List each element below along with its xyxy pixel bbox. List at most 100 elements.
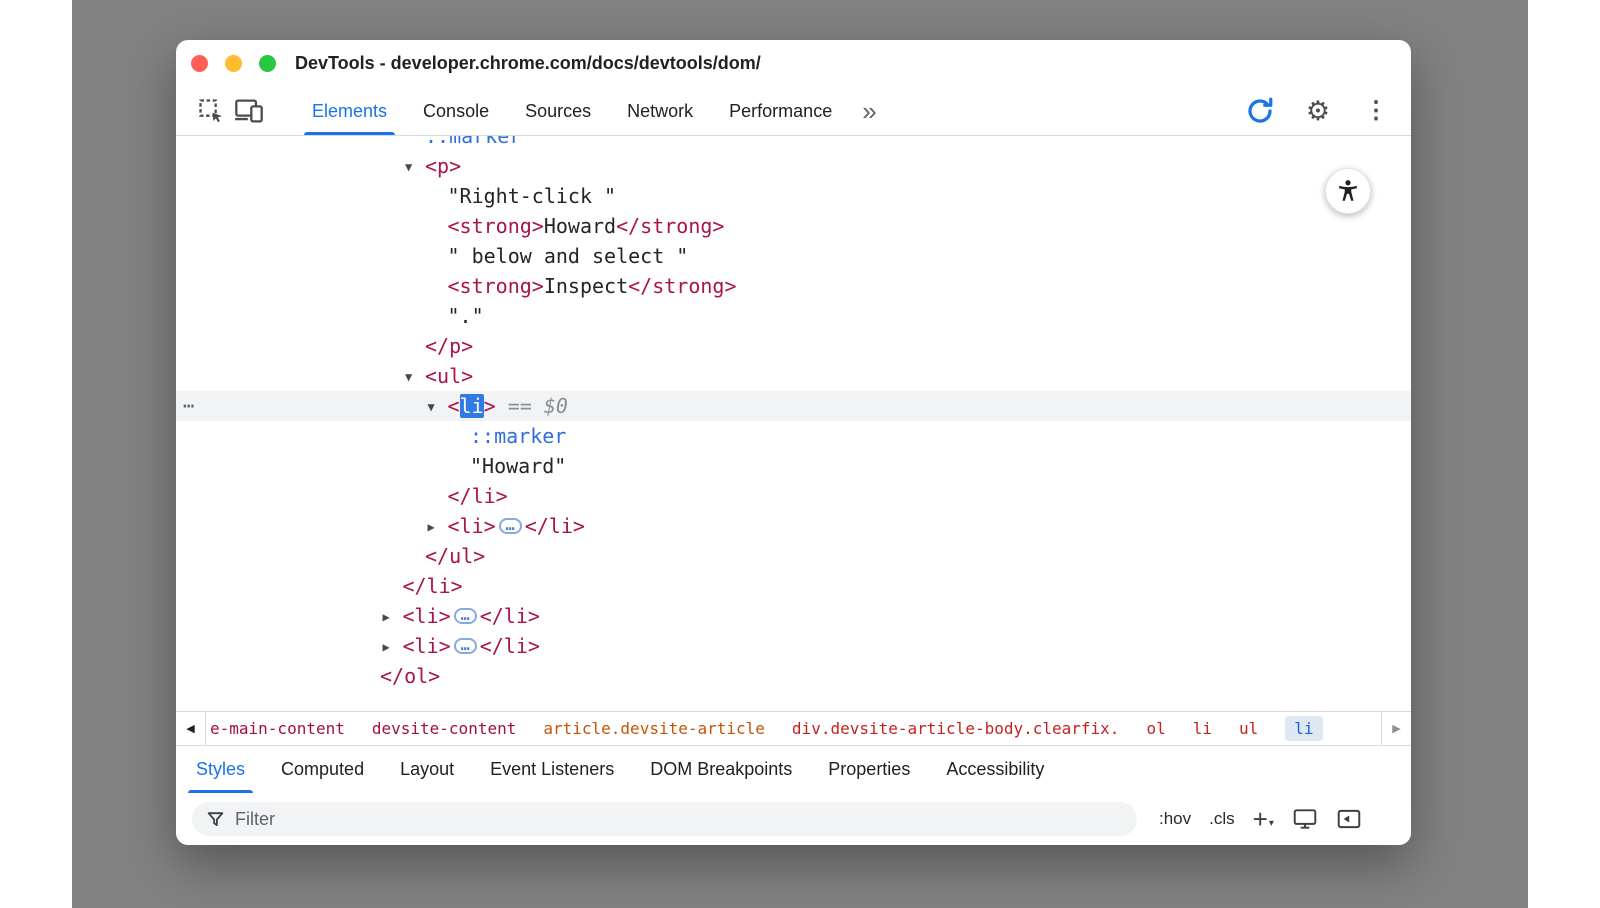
panel-tab-styles[interactable]: Styles — [178, 746, 263, 793]
expand-ellipsis-button[interactable]: … — [454, 638, 477, 654]
breadcrumb-item-selected[interactable]: li — [1285, 716, 1322, 741]
breadcrumb-item[interactable]: ul — [1239, 719, 1258, 738]
breadcrumb-scroll-right-button[interactable]: ▶ — [1381, 712, 1411, 745]
collapse-arrow-icon[interactable]: ▼ — [405, 152, 425, 182]
styles-filter[interactable] — [192, 802, 1137, 836]
collapse-arrow-icon[interactable]: ▼ — [405, 362, 425, 392]
code-segment: ::marker — [425, 136, 521, 148]
tree-row[interactable]: <strong>Howard</strong> — [176, 211, 1411, 241]
tab-console[interactable]: Console — [405, 87, 507, 135]
panel-tabs: StylesComputedLayoutEvent Listeners DOM B… — [176, 746, 1411, 793]
tree-row-selected[interactable]: ⋯ ▼<li> == $0 — [176, 391, 1411, 421]
more-actions-icon[interactable]: ⋯ — [183, 391, 194, 421]
main-tabs: ElementsConsoleSources Network Performance — [294, 87, 850, 135]
code-segment: <ul> — [425, 364, 473, 388]
panel-tab-label: DOM Breakpoints — [650, 759, 792, 780]
code-segment: li — [460, 394, 484, 418]
window-title: DevTools - developer.chrome.com/docs/dev… — [295, 53, 761, 74]
tree-row[interactable]: </li> — [176, 481, 1411, 511]
breadcrumb-item[interactable]: li — [1193, 719, 1212, 738]
tab-label: Network — [627, 101, 693, 122]
collapse-arrow-icon[interactable]: ▼ — [428, 392, 448, 422]
more-tabs-button[interactable]: » — [854, 96, 884, 127]
code-segment: </strong> — [616, 214, 724, 238]
breadcrumb-scroll-left-button[interactable]: ◀ — [176, 712, 206, 745]
tree-row[interactable]: "Right-click " — [176, 181, 1411, 211]
zoom-button[interactable] — [259, 55, 276, 72]
tree-row[interactable]: </li> — [176, 571, 1411, 601]
breadcrumb-item[interactable]: ol — [1146, 719, 1165, 738]
breadcrumb-item[interactable]: e-main-content — [210, 719, 345, 738]
toggle-element-state-button[interactable]: :hov — [1159, 809, 1191, 829]
panel-tab-event-listeners[interactable]: Event Listeners — [472, 746, 632, 793]
code-segment: <strong> — [448, 214, 544, 238]
tree-row[interactable]: ▶<li>…</li> — [176, 631, 1411, 661]
code-segment: " below and select " — [448, 244, 689, 268]
tree-row[interactable]: </ol> — [176, 661, 1411, 691]
tab-network[interactable]: Network — [609, 87, 711, 135]
circular-refresh-icon[interactable] — [1241, 92, 1279, 130]
panel-tab-accessibility[interactable]: Accessibility — [928, 746, 1062, 793]
filter-funnel-icon — [206, 810, 225, 829]
rendering-emulations-icon[interactable] — [1292, 807, 1318, 831]
tree-row[interactable]: " below and select " — [176, 241, 1411, 271]
tree-row[interactable]: ::marker — [176, 136, 1411, 151]
active-panel-tab-underline — [188, 790, 253, 793]
filter-input[interactable] — [235, 809, 1123, 830]
customize-menu-icon[interactable]: ⋮ — [1357, 92, 1395, 130]
tree-row[interactable]: ::marker — [176, 421, 1411, 451]
expand-ellipsis-button[interactable]: … — [454, 608, 477, 624]
tree-row[interactable]: "." — [176, 301, 1411, 331]
breadcrumb: ◀ e-main-content devsite-content article.d… — [176, 711, 1411, 746]
tree-row[interactable]: </p> — [176, 331, 1411, 361]
code-segment: </li> — [448, 484, 508, 508]
breadcrumb-item[interactable]: article.devsite-article — [543, 719, 765, 738]
tree-row[interactable]: "Howard" — [176, 451, 1411, 481]
tab-elements[interactable]: Elements — [294, 87, 405, 135]
code-segment: == — [496, 394, 544, 418]
caret-down-icon: ▾ — [1269, 818, 1274, 829]
toggle-sidebar-icon[interactable] — [1336, 807, 1362, 831]
close-button[interactable] — [191, 55, 208, 72]
tree-row[interactable]: <strong>Inspect</strong> — [176, 271, 1411, 301]
code-segment: <li> — [403, 634, 451, 658]
expand-arrow-icon[interactable]: ▶ — [428, 512, 448, 542]
code-segment: $0 — [544, 394, 568, 418]
code-segment: </li> — [480, 604, 540, 628]
settings-gear-icon[interactable]: ⚙ — [1299, 92, 1337, 130]
minimize-button[interactable] — [225, 55, 242, 72]
inspect-element-icon[interactable] — [192, 92, 230, 130]
panel-tab-dom-breakpoints[interactable]: DOM Breakpoints — [632, 746, 810, 793]
tree-row[interactable]: ▶<li>…</li> — [176, 601, 1411, 631]
breadcrumb-item[interactable]: devsite-content — [372, 719, 517, 738]
expand-arrow-icon[interactable]: ▶ — [383, 602, 403, 632]
code-segment: > — [484, 394, 496, 418]
tree-row[interactable]: ▶<li>…</li> — [176, 511, 1411, 541]
expand-ellipsis-button[interactable]: … — [499, 518, 522, 534]
code-segment: <li> — [448, 514, 496, 538]
tree-row[interactable]: ▼<ul> — [176, 361, 1411, 391]
panel-tab-properties[interactable]: Properties — [810, 746, 928, 793]
styles-toolbar: :hov .cls + ▾ — [176, 793, 1411, 845]
code-segment: Howard — [544, 214, 616, 238]
breadcrumb-item[interactable]: div.devsite-article-body.clearfix. — [792, 719, 1120, 738]
code-segment: Inspect — [544, 274, 628, 298]
expand-arrow-icon[interactable]: ▶ — [383, 632, 403, 662]
panel-tab-computed[interactable]: Computed — [263, 746, 382, 793]
panel-tab-label: Accessibility — [946, 759, 1044, 780]
device-toolbar-icon[interactable] — [230, 92, 268, 130]
panel-tab-label: Properties — [828, 759, 910, 780]
tab-performance[interactable]: Performance — [711, 87, 850, 135]
panel-tab-layout[interactable]: Layout — [382, 746, 472, 793]
code-segment: <strong> — [448, 274, 544, 298]
code-segment: </strong> — [628, 274, 736, 298]
code-segment: </li> — [480, 634, 540, 658]
new-style-rule-button[interactable]: + ▾ — [1253, 808, 1274, 830]
plus-icon: + — [1253, 808, 1268, 830]
code-segment: < — [448, 394, 460, 418]
element-classes-button[interactable]: .cls — [1209, 809, 1235, 829]
tree-row[interactable]: ▼<p> — [176, 151, 1411, 181]
tab-sources[interactable]: Sources — [507, 87, 609, 135]
tree-row[interactable]: </ul> — [176, 541, 1411, 571]
styles-toolbar-buttons: :hov .cls + ▾ — [1159, 807, 1362, 831]
